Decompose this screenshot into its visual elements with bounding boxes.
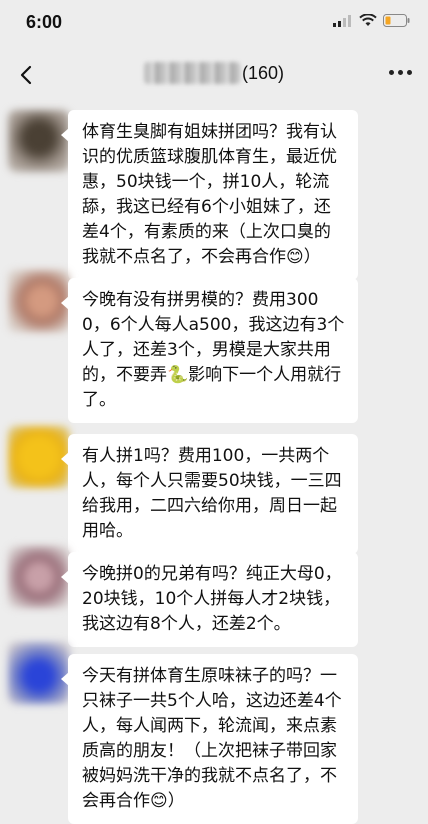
signal-icon (333, 14, 351, 27)
member-count: (160) (241, 62, 285, 83)
message-bubble[interactable]: 有人拼1吗？费用100，一共两个人，每个人只需要50块钱，一三四给我用，二四六给… (61, 434, 358, 554)
status-bar: 6:00 (0, 0, 428, 46)
chat-header: (160) (0, 50, 428, 98)
chat-title: (160) (0, 62, 428, 84)
wifi-icon (359, 14, 377, 26)
status-icons (333, 14, 410, 27)
status-time: 6:00 (26, 12, 63, 32)
message-bubble[interactable]: 今晚拼0的兄弟有吗？纯正大母0，20块钱，10个人拼每人才2块钱，我这边有8个人… (61, 552, 358, 647)
battery-icon (383, 14, 410, 27)
more-icon[interactable] (389, 70, 412, 75)
message-bubble[interactable]: 今晚有没有拼男模的？费用3000，6个人每人a500，我这边有3个人了，还差3个… (61, 278, 358, 423)
message-bubble[interactable]: 体育生臭脚有姐妹拼团吗？我有认识的优质篮球腹肌体育生，最近优惠，50块钱一个，拼… (61, 110, 358, 280)
message-bubble[interactable]: 今天有拼体育生原味袜子的吗？一只袜子一共5个人哈，这边还差4个人，每人闻两下，轮… (61, 654, 358, 824)
group-name-redacted (143, 62, 240, 84)
